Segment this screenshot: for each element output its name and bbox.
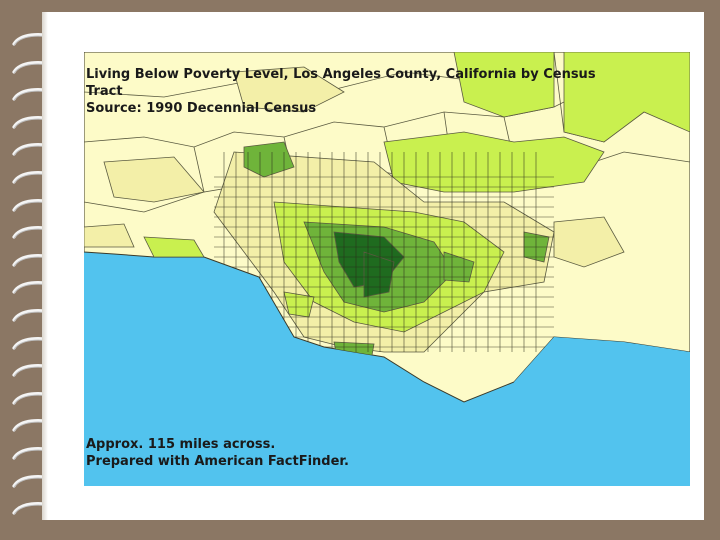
map-title: Living Below Poverty Level, Los Angeles … [86, 66, 676, 117]
page-edge [42, 12, 48, 520]
census-map: Living Below Poverty Level, Los Angeles … [84, 52, 690, 486]
map-credit: Prepared with American FactFinder. [86, 454, 349, 469]
map-title-line2: Tract [86, 84, 123, 99]
map-source: Source: 1990 Decennial Census [86, 101, 317, 116]
map-title-line1: Living Below Poverty Level, Los Angeles … [86, 67, 596, 82]
map-footer: Approx. 115 miles across. Prepared with … [86, 436, 586, 470]
map-scale-note: Approx. 115 miles across. [86, 437, 276, 452]
map-graphic [84, 52, 690, 486]
